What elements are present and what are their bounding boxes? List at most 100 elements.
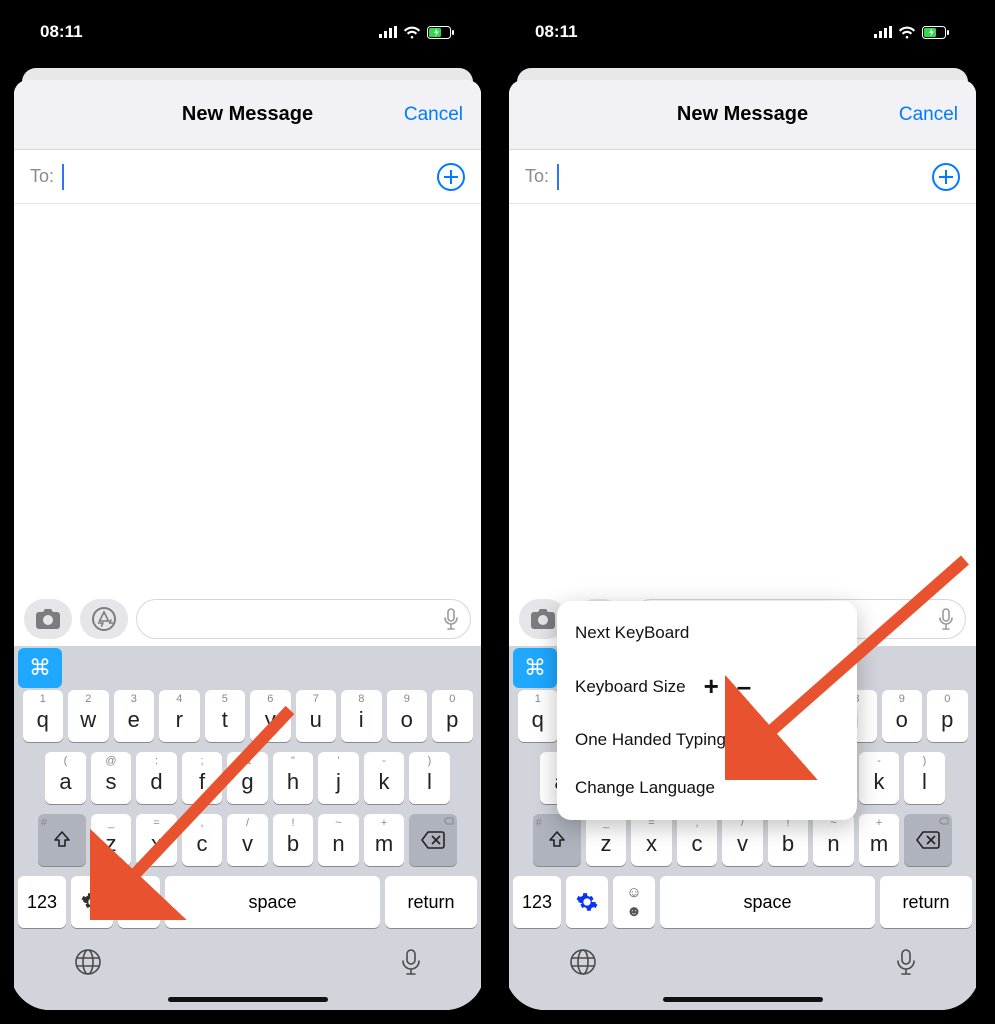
key-e[interactable]: 3e bbox=[114, 690, 155, 742]
backspace-key[interactable] bbox=[409, 814, 457, 866]
shift-key[interactable]: # bbox=[38, 814, 86, 866]
key-n[interactable]: ~n bbox=[318, 814, 359, 866]
plus-icon bbox=[444, 170, 458, 184]
shift-key[interactable]: # bbox=[533, 814, 581, 866]
key-b[interactable]: !b bbox=[768, 814, 809, 866]
key-q[interactable]: 1q bbox=[518, 690, 559, 742]
popup-next-keyboard[interactable]: Next KeyBoard bbox=[557, 609, 857, 657]
key-x[interactable]: =x bbox=[136, 814, 177, 866]
key-w[interactable]: 2w bbox=[68, 690, 109, 742]
keyboard-settings-key[interactable] bbox=[566, 876, 608, 928]
key-k[interactable]: -k bbox=[859, 752, 900, 804]
key-k[interactable]: -k bbox=[364, 752, 405, 804]
app-store-button[interactable] bbox=[80, 599, 128, 639]
key-y[interactable]: 6y bbox=[250, 690, 291, 742]
backspace-key[interactable] bbox=[904, 814, 952, 866]
key-v[interactable]: /v bbox=[227, 814, 268, 866]
key-l[interactable]: )l bbox=[904, 752, 945, 804]
key-z[interactable]: _z bbox=[586, 814, 627, 866]
key-u[interactable]: 7u bbox=[296, 690, 337, 742]
size-plus-button[interactable]: + bbox=[704, 671, 719, 702]
key-n[interactable]: ~n bbox=[813, 814, 854, 866]
key-hint: 7 bbox=[313, 693, 319, 705]
add-recipient-button[interactable] bbox=[437, 163, 465, 191]
app-store-icon bbox=[92, 607, 116, 631]
dictation-icon[interactable] bbox=[939, 608, 953, 630]
emoji-key[interactable]: ☺ ☻ bbox=[118, 876, 160, 928]
numbers-key[interactable]: 123 bbox=[18, 876, 66, 928]
add-recipient-button[interactable] bbox=[932, 163, 960, 191]
key-row-bottom: 123 ☺ ☻ space return bbox=[513, 876, 972, 928]
dictation-key[interactable] bbox=[401, 948, 421, 976]
key-c[interactable]: ,c bbox=[182, 814, 223, 866]
key-v[interactable]: /v bbox=[722, 814, 763, 866]
key-label: y bbox=[265, 707, 276, 733]
nav-bar: New Message Cancel bbox=[14, 80, 481, 150]
key-f[interactable]: ;f bbox=[182, 752, 223, 804]
numbers-key[interactable]: 123 bbox=[513, 876, 561, 928]
key-i[interactable]: 8i bbox=[341, 690, 382, 742]
key-label: a bbox=[59, 769, 71, 795]
return-key[interactable]: return bbox=[880, 876, 972, 928]
command-key[interactable]: ⌘ bbox=[18, 648, 62, 688]
key-hint: ) bbox=[428, 755, 432, 767]
key-g[interactable]: &g bbox=[227, 752, 268, 804]
key-label: z bbox=[106, 831, 117, 857]
key-label: z bbox=[601, 831, 612, 857]
camera-button[interactable] bbox=[24, 599, 72, 639]
emoji-key[interactable]: ☺ ☻ bbox=[613, 876, 655, 928]
home-indicator[interactable] bbox=[663, 997, 823, 1002]
message-body[interactable] bbox=[509, 204, 976, 592]
dictation-key[interactable] bbox=[896, 948, 916, 976]
dictation-icon[interactable] bbox=[444, 608, 458, 630]
popup-one-handed[interactable]: One Handed Typing bbox=[557, 716, 857, 764]
key-b[interactable]: !b bbox=[273, 814, 314, 866]
backspace-hint-icon bbox=[939, 817, 949, 825]
key-l[interactable]: )l bbox=[409, 752, 450, 804]
key-a[interactable]: (a bbox=[45, 752, 86, 804]
key-label: q bbox=[37, 707, 49, 733]
key-p[interactable]: 0p bbox=[927, 690, 968, 742]
globe-key[interactable] bbox=[569, 948, 597, 976]
space-key[interactable]: space bbox=[165, 876, 380, 928]
key-d[interactable]: :d bbox=[136, 752, 177, 804]
key-p[interactable]: 0p bbox=[432, 690, 473, 742]
popup-change-language[interactable]: Change Language bbox=[557, 764, 857, 812]
space-key[interactable]: space bbox=[660, 876, 875, 928]
status-icons bbox=[379, 26, 455, 39]
size-minus-button[interactable]: – bbox=[737, 671, 751, 702]
key-o[interactable]: 9o bbox=[387, 690, 428, 742]
key-t[interactable]: 5t bbox=[205, 690, 246, 742]
key-hint: 2 bbox=[85, 693, 91, 705]
key-label: d bbox=[150, 769, 162, 795]
keyboard-settings-key[interactable] bbox=[71, 876, 113, 928]
command-key[interactable]: ⌘ bbox=[513, 648, 557, 688]
key-q[interactable]: 1q bbox=[23, 690, 64, 742]
key-hint: , bbox=[200, 817, 203, 829]
globe-key[interactable] bbox=[74, 948, 102, 976]
cancel-button[interactable]: Cancel bbox=[899, 104, 958, 126]
emoji-face-icon: ☺ bbox=[626, 884, 641, 901]
key-s[interactable]: @s bbox=[91, 752, 132, 804]
cancel-button[interactable]: Cancel bbox=[404, 104, 463, 126]
key-j[interactable]: 'j bbox=[318, 752, 359, 804]
return-key[interactable]: return bbox=[385, 876, 477, 928]
key-m[interactable]: +m bbox=[859, 814, 900, 866]
key-o[interactable]: 9o bbox=[882, 690, 923, 742]
key-h[interactable]: "h bbox=[273, 752, 314, 804]
key-m[interactable]: +m bbox=[364, 814, 405, 866]
to-field-row[interactable]: To: bbox=[14, 150, 481, 204]
camera-icon bbox=[531, 609, 555, 629]
cellular-icon bbox=[379, 26, 397, 38]
key-label: l bbox=[427, 769, 432, 795]
to-field-row[interactable]: To: bbox=[509, 150, 976, 204]
key-label: w bbox=[80, 707, 96, 733]
key-z[interactable]: _z bbox=[91, 814, 132, 866]
message-body[interactable] bbox=[14, 204, 481, 592]
key-r[interactable]: 4r bbox=[159, 690, 200, 742]
status-bar: 08:11 bbox=[10, 10, 485, 54]
home-indicator[interactable] bbox=[168, 997, 328, 1002]
message-input[interactable] bbox=[136, 599, 471, 639]
key-x[interactable]: =x bbox=[631, 814, 672, 866]
key-c[interactable]: ,c bbox=[677, 814, 718, 866]
